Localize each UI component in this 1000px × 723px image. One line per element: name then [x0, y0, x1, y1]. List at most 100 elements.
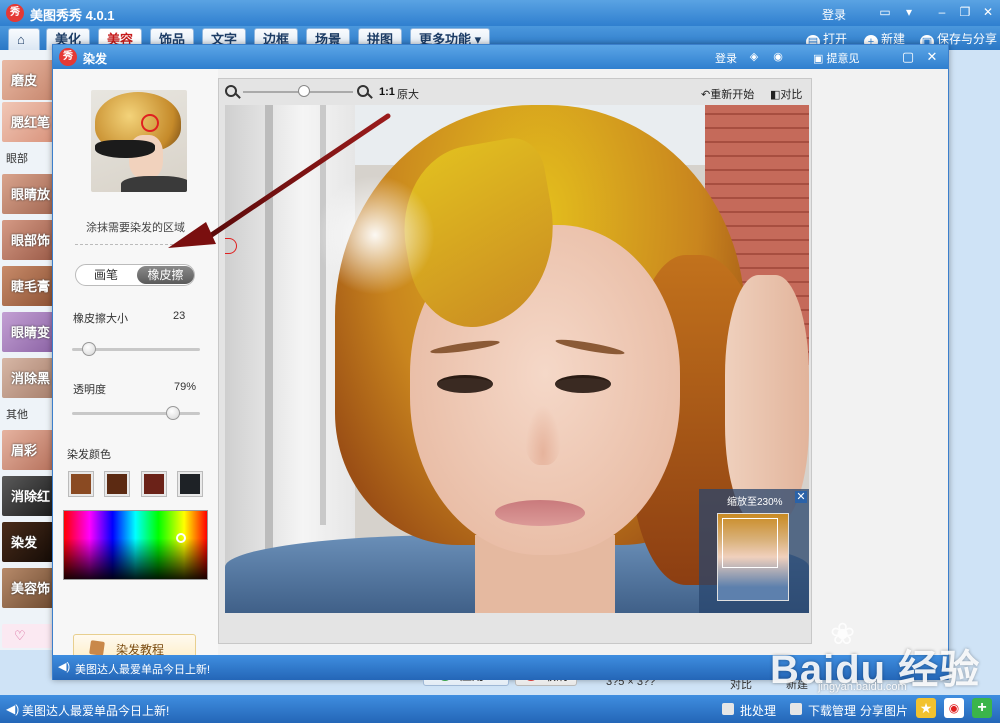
background-window-frame [320, 105, 326, 525]
chat-icon: ▣ [813, 53, 827, 65]
baidu-jingyan-watermark: ❀ Baidu 经验 jingyan.baidu.com [770, 617, 1000, 697]
download-manager-button[interactable]: 下载管理 [808, 702, 856, 719]
eraser-size-value: 23 [173, 310, 186, 322]
navigator-title: 缩放至230% [727, 497, 783, 508]
thumb-sunglasses [95, 140, 155, 158]
sidebar-header-other: 其他 [6, 409, 28, 421]
zoom-slider-knob[interactable] [297, 85, 310, 97]
opacity-slider[interactable] [72, 406, 200, 420]
sidebar-item-dark-circles[interactable]: 消除黑 [2, 358, 54, 398]
home-tab[interactable]: ⌂ [8, 28, 40, 50]
photo-lips [495, 500, 585, 526]
dialog-maximize-icon[interactable]: ▢ [899, 48, 917, 66]
close-icon[interactable]: ✕ [978, 3, 998, 21]
undo-icon: ↶ [701, 89, 711, 101]
color-swatch-black[interactable] [177, 471, 203, 497]
photo-canvas[interactable]: 缩放至230% ✕ [225, 105, 809, 613]
speaker-icon: ◀) [6, 702, 20, 716]
batch-button[interactable]: 批处理 [740, 702, 776, 719]
zoom-toolbar: 1:1 原大 ↶重新开始 ◧对比 [219, 79, 811, 105]
tutorial-icon [89, 640, 105, 656]
opacity-slider-knob[interactable] [166, 406, 181, 420]
restart-button[interactable]: ↶重新开始 [701, 86, 754, 102]
minimize-icon[interactable]: – [932, 3, 952, 21]
sidebar-item-smooth-skin[interactable]: 磨皮 [2, 60, 54, 100]
hair-dye-dialog: 秀 染发 登录 ◈ ◉ ▣ 提意见 ▢ ✕ 涂抹需要染发的区域 画笔 橡皮擦 橡… [52, 44, 949, 686]
zoom-navigator: 缩放至230% ✕ [699, 489, 809, 613]
sidebar-item-eye-decor[interactable]: 眼部饰 [2, 220, 54, 260]
navigator-thumbnail[interactable] [717, 513, 789, 601]
sidebar-item-eye-color[interactable]: 眼睛变 [2, 312, 54, 352]
qq-icon[interactable]: ◈ [745, 48, 763, 66]
share-image-button[interactable]: 分享图片 [860, 702, 908, 719]
add-icon[interactable]: + [972, 698, 992, 718]
eraser-size-slider[interactable] [72, 342, 200, 356]
brush-mode-toggle: 画笔 橡皮擦 [75, 264, 195, 286]
download-icon [790, 703, 802, 715]
batch-icon [722, 703, 734, 715]
brush-mode-button[interactable]: 画笔 [76, 265, 136, 285]
feedback-link[interactable]: ▣ 提意见 [813, 50, 859, 66]
zoom-ratio-label[interactable]: 1:1 [379, 86, 395, 98]
brush-circle-marker [141, 114, 159, 132]
background-window-frame [265, 105, 273, 613]
eraser-mode-button[interactable]: 橡皮擦 [137, 266, 194, 284]
app-title: 美图秀秀 4.0.1 [30, 8, 115, 23]
sidebar-item-red-eye[interactable]: 消除红 [2, 476, 54, 516]
sidebar-item-eye-enlarge[interactable]: 眼睛放 [2, 174, 54, 214]
navigator-viewport[interactable] [722, 518, 778, 568]
color-picker-cursor[interactable] [176, 533, 186, 543]
sidebar-item-brow[interactable]: 眉彩 [2, 430, 54, 470]
opacity-value: 79% [174, 381, 197, 393]
canvas-area: 1:1 原大 ↶重新开始 ◧对比 缩放至230% ✕ [218, 78, 812, 644]
zoom-out-icon[interactable] [225, 85, 237, 97]
watermark-url: jingyan.baidu.com [818, 681, 907, 693]
sidebar-item-mascara[interactable]: 睫毛膏 [2, 266, 54, 306]
dialog-status-notice[interactable]: 美图达人最爱单品今日上新! [75, 661, 210, 677]
photo-right-eye [555, 375, 611, 393]
opacity-label: 透明度 [73, 384, 106, 396]
sidebar-item-beauty-decor[interactable]: 美容饰 [2, 568, 54, 608]
weibo-icon[interactable]: ◉ [944, 698, 964, 718]
sidebar-item-hair-dye[interactable]: 染发 [2, 522, 54, 562]
weibo-login-icon[interactable]: ◉ [769, 48, 787, 66]
main-titlebar: 秀 美图秀秀 4.0.1 登录 ▭ ▾ – ❐ ✕ [0, 0, 1000, 26]
dialog-titlebar: 秀 染发 登录 ◈ ◉ ▣ 提意见 ▢ ✕ [53, 45, 948, 69]
feature-sidebar: 磨皮 腮红笔 眼部 眼睛放 眼部饰 睫毛膏 眼睛变 消除黑 其他 眉彩 消除红 … [0, 50, 56, 650]
color-swatch-red-brown[interactable] [141, 471, 167, 497]
thumbnail-caption: 涂抹需要染发的区域 [86, 222, 185, 234]
color-swatch-light-brown[interactable] [68, 471, 94, 497]
dialog-title: 染发 [83, 52, 108, 66]
footer-notice[interactable]: 美图达人最爱单品今日上新! [22, 702, 169, 719]
login-link[interactable]: 登录 [822, 6, 846, 23]
navigator-close-icon[interactable]: ✕ [795, 491, 807, 503]
thumb-shoulders [121, 176, 187, 192]
eraser-size-label: 橡皮擦大小 [73, 313, 128, 325]
main-status-bar: ◀) 美图达人最爱单品今日上新! 批处理 下载管理 分享图片 ★ ◉ + [0, 695, 1000, 723]
message-icon[interactable]: ▭ [875, 3, 895, 21]
dialog-close-icon[interactable]: ✕ [923, 48, 941, 66]
star-icon[interactable]: ★ [916, 698, 936, 718]
color-picker[interactable] [63, 510, 208, 580]
eraser-size-slider-knob[interactable] [81, 342, 96, 356]
speaker-icon: ◀) [58, 661, 71, 673]
sidebar-item-cute[interactable]: ♡ [2, 624, 54, 648]
compare-button[interactable]: ◧对比 [770, 86, 802, 102]
dye-color-label: 染发颜色 [67, 449, 111, 461]
original-size-button[interactable]: 原大 [397, 86, 419, 102]
sidebar-header-eyes: 眼部 [6, 153, 28, 165]
zoom-in-icon[interactable] [357, 85, 369, 97]
maximize-icon[interactable]: ❐ [955, 3, 975, 21]
compare-icon: ◧ [770, 89, 781, 101]
example-thumbnail [91, 90, 187, 192]
light-glare [315, 175, 435, 295]
menu-icon[interactable]: ▾ [899, 3, 919, 21]
sidebar-item-blush[interactable]: 腮红笔 [2, 102, 54, 142]
home-icon: ⌂ [17, 32, 25, 47]
app-logo-icon: 秀 [6, 4, 24, 22]
photo-hand [725, 275, 809, 525]
paw-icon: ♡ [14, 628, 26, 643]
dialog-login-link[interactable]: 登录 [715, 50, 737, 66]
photo-left-eye [437, 375, 493, 393]
color-swatch-brown[interactable] [104, 471, 130, 497]
